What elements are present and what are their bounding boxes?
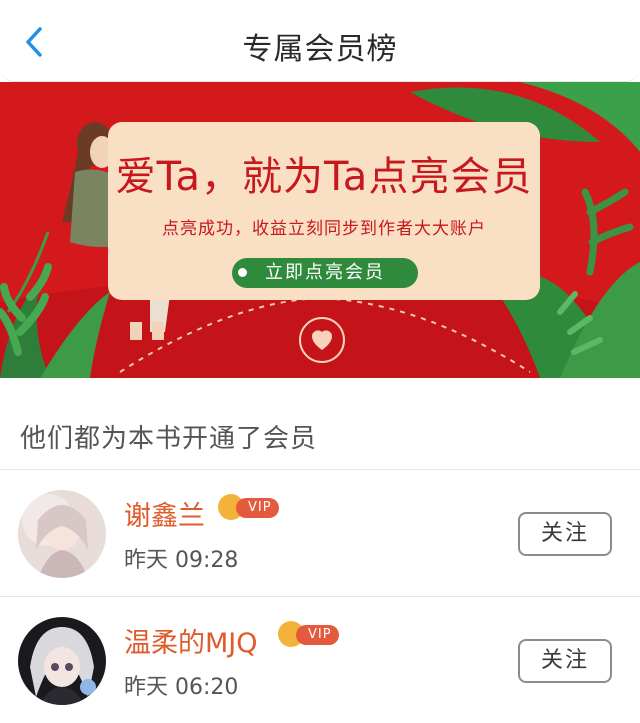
member-row[interactable]: 温柔的MJQ VIP 昨天 06:20 关注 <box>0 597 640 723</box>
member-name[interactable]: 温柔的MJQ <box>124 621 258 660</box>
promo-banner[interactable]: 爱Ta，就为Ta点亮会员 点亮成功，收益立刻同步到作者大大账户 立即点亮会员 <box>0 82 640 378</box>
top-bar: 专属会员榜 <box>0 0 640 82</box>
banner-subline: 点亮成功，收益立刻同步到作者大大账户 <box>162 219 486 239</box>
banner-headline: 爱Ta，就为Ta点亮会员 <box>115 154 533 200</box>
member-row[interactable]: 谢鑫兰 VIP 昨天 09:28 关注 <box>0 470 640 596</box>
member-time: 昨天 06:20 <box>124 675 239 700</box>
avatar[interactable] <box>18 617 106 705</box>
light-up-membership-button[interactable]: 立即点亮会员 <box>232 258 418 288</box>
avatar[interactable] <box>18 490 106 578</box>
members-section-title: 他们都为本书开通了会员 <box>20 424 318 454</box>
follow-button[interactable]: 关注 <box>518 639 612 683</box>
page-title: 专属会员榜 <box>242 32 398 67</box>
follow-button[interactable]: 关注 <box>518 512 612 556</box>
member-time: 昨天 09:28 <box>124 548 239 573</box>
member-name[interactable]: 谢鑫兰 <box>124 494 205 533</box>
